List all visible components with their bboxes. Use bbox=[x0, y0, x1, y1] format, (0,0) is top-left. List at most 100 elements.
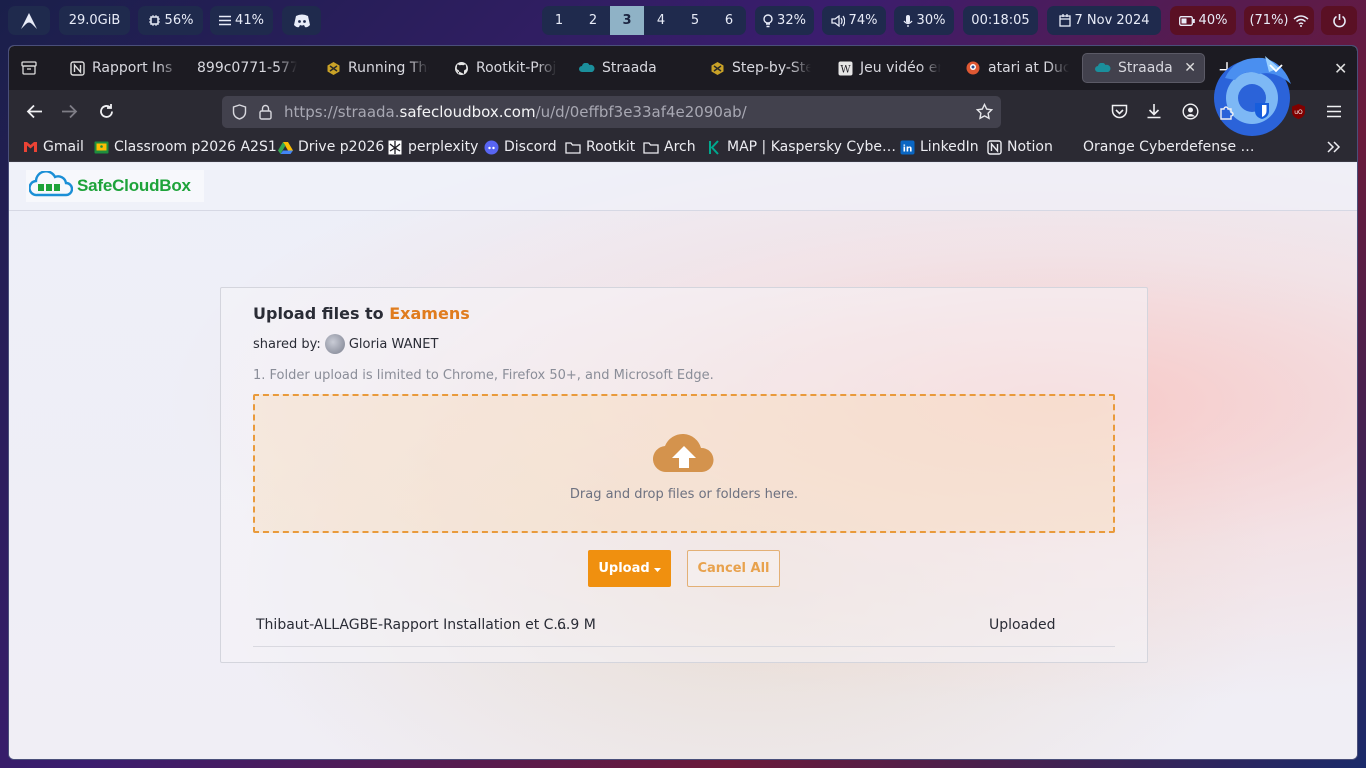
bookmark-rootkit[interactable]: Rootkit bbox=[565, 137, 635, 157]
hex-icon bbox=[325, 60, 341, 76]
close-tab-icon[interactable]: ✕ bbox=[1184, 60, 1196, 76]
bookmark-gmail[interactable]: Gmail bbox=[22, 137, 84, 157]
account-icon[interactable] bbox=[1179, 100, 1201, 122]
shield-icon[interactable] bbox=[232, 104, 247, 124]
bookmark-label: Discord bbox=[504, 139, 557, 155]
extensions-icon[interactable] bbox=[1216, 100, 1238, 122]
bookmark-perplexity[interactable]: perplexity bbox=[387, 137, 478, 157]
cancel-all-button[interactable]: Cancel All bbox=[687, 550, 780, 587]
load-value: 41% bbox=[235, 13, 264, 28]
cpu-value: 56% bbox=[164, 13, 194, 28]
safecloudbox-logo[interactable]: SafeCloudBox bbox=[26, 170, 204, 202]
bookmark-linkedin[interactable]: in LinkedIn bbox=[899, 137, 979, 157]
drive-icon bbox=[277, 139, 293, 155]
bookmark-kaspersky[interactable]: MAP | Kaspersky Cybe… bbox=[706, 137, 896, 157]
url-text: https://straada.safecloudbox.com/u/d/0ef… bbox=[284, 103, 747, 121]
workspace-6[interactable]: 6 bbox=[712, 6, 746, 35]
pocket-icon[interactable] bbox=[1108, 100, 1130, 122]
memory-value: 29.0GiB bbox=[68, 13, 121, 28]
bookmark-label: Notion bbox=[1007, 139, 1053, 155]
file-name: Thibaut-ALLAGBE-Rapport Installation et … bbox=[256, 617, 567, 633]
bookmarks-overflow-icon[interactable] bbox=[1327, 137, 1341, 157]
shared-by: shared by: Gloria WANET bbox=[253, 334, 438, 354]
cloud-logo-icon bbox=[28, 170, 74, 201]
tab-label: Step-by-Ste bbox=[732, 60, 811, 76]
hex-icon bbox=[709, 60, 725, 76]
tab-jeu-video[interactable]: W Jeu vidéo en bbox=[837, 53, 941, 83]
bookmark-label: Arch bbox=[664, 139, 696, 155]
tab-overview-icon[interactable] bbox=[21, 53, 39, 83]
bookmark-label: Rootkit bbox=[586, 139, 636, 155]
wifi-indicator[interactable]: (71%) bbox=[1244, 6, 1314, 35]
url-bar[interactable]: https://straada.safecloudbox.com/u/d/0ef… bbox=[222, 96, 1001, 128]
svg-text:in: in bbox=[902, 144, 912, 154]
tab-label: Straada bbox=[1118, 60, 1173, 76]
tab-label: Rapport Ins bbox=[92, 60, 173, 76]
caret-down-icon bbox=[653, 561, 661, 576]
workspace-5[interactable]: 5 bbox=[678, 6, 712, 35]
tab-899c0771[interactable]: 899c0771-577 bbox=[197, 53, 297, 83]
tab-list-chevron-icon[interactable] bbox=[1269, 53, 1285, 83]
bookmark-drive[interactable]: Drive p2026 bbox=[277, 137, 384, 157]
tab-rapport[interactable]: Rapport Ins bbox=[69, 53, 181, 83]
battery-icon bbox=[1178, 15, 1195, 26]
arch-logo-icon[interactable] bbox=[8, 6, 50, 35]
workspace-3[interactable]: 3 bbox=[610, 6, 644, 35]
mic-indicator[interactable]: 30% bbox=[894, 6, 954, 35]
tab-label: Rootkit-Proj bbox=[476, 60, 557, 76]
linkedin-icon: in bbox=[899, 139, 915, 155]
drop-zone-text: Drag and drop files or folders here. bbox=[569, 487, 799, 502]
bookmark-star-icon[interactable] bbox=[975, 102, 994, 124]
workspace-4[interactable]: 4 bbox=[644, 6, 678, 35]
tab-step-by-step[interactable]: Step-by-Ste bbox=[709, 53, 811, 83]
system-bar: 29.0GiB 56% 41% 1 2 3 4 5 6 32% 74% 30% … bbox=[0, 0, 1366, 42]
file-status: Uploaded bbox=[989, 617, 1056, 633]
back-arrow-icon[interactable] bbox=[23, 100, 45, 122]
hamburger-menu-icon[interactable] bbox=[1323, 100, 1345, 122]
bookmark-discord[interactable]: Discord bbox=[483, 137, 557, 157]
workspace-1[interactable]: 1 bbox=[542, 6, 576, 35]
close-window-icon[interactable]: ✕ bbox=[1334, 53, 1350, 83]
upload-button[interactable]: Upload bbox=[588, 550, 671, 587]
bookmarks-bar: Gmail Classroom p2026 A2S1 Drive p2026 p… bbox=[9, 132, 1357, 162]
gmail-icon bbox=[22, 139, 38, 155]
list-icon bbox=[219, 15, 232, 26]
download-icon[interactable] bbox=[1143, 100, 1165, 122]
volume-indicator[interactable]: 74% bbox=[822, 6, 886, 35]
brightness-indicator[interactable]: 32% bbox=[755, 6, 814, 35]
cloud-icon bbox=[1095, 60, 1111, 76]
forward-arrow-icon[interactable] bbox=[58, 100, 80, 122]
bookmark-label: Drive p2026 bbox=[298, 139, 385, 155]
memory-indicator: 29.0GiB bbox=[59, 6, 130, 35]
wifi-value: (71%) bbox=[1249, 13, 1289, 28]
tab-label: Straada bbox=[602, 60, 657, 76]
tab-label: atari at Duc bbox=[988, 60, 1069, 76]
power-icon[interactable] bbox=[1321, 6, 1357, 35]
url-host: safecloudbox.com bbox=[399, 103, 536, 121]
reload-icon[interactable] bbox=[95, 100, 117, 122]
tab-label: 899c0771-577 bbox=[197, 60, 297, 76]
battery-indicator[interactable]: 40% bbox=[1170, 6, 1236, 35]
bookmark-classroom[interactable]: Classroom p2026 A2S1 bbox=[93, 137, 277, 157]
clock-time: 00:18:05 bbox=[971, 13, 1030, 28]
tab-straada-active[interactable]: Straada ✕ bbox=[1082, 53, 1205, 83]
load-indicator: 41% bbox=[210, 6, 273, 35]
wikipedia-icon: W bbox=[837, 60, 853, 76]
discord-tray-icon[interactable] bbox=[282, 6, 321, 35]
lock-icon[interactable] bbox=[259, 104, 272, 124]
tab-running-the[interactable]: Running The bbox=[325, 53, 429, 83]
workspace-2[interactable]: 2 bbox=[576, 6, 610, 35]
bookmark-arch[interactable]: Arch bbox=[643, 137, 696, 157]
avatar bbox=[324, 334, 345, 354]
bookmark-notion[interactable]: Notion bbox=[986, 137, 1053, 157]
battery-value: 40% bbox=[1198, 13, 1228, 28]
tab-rootkit-proj[interactable]: Rootkit-Proj bbox=[453, 53, 557, 83]
date-indicator[interactable]: 7 Nov 2024 bbox=[1047, 6, 1161, 35]
folder-icon bbox=[565, 139, 581, 155]
bitwarden-icon[interactable] bbox=[1251, 100, 1273, 122]
tab-straada-1[interactable]: Straada bbox=[579, 53, 689, 83]
tab-atari-duck[interactable]: atari at Duc bbox=[965, 53, 1069, 83]
shared-by-label: shared by: bbox=[253, 336, 321, 352]
tab-label: Jeu vidéo en bbox=[860, 60, 941, 76]
drop-zone[interactable]: Drag and drop files or folders here. bbox=[253, 394, 1115, 533]
